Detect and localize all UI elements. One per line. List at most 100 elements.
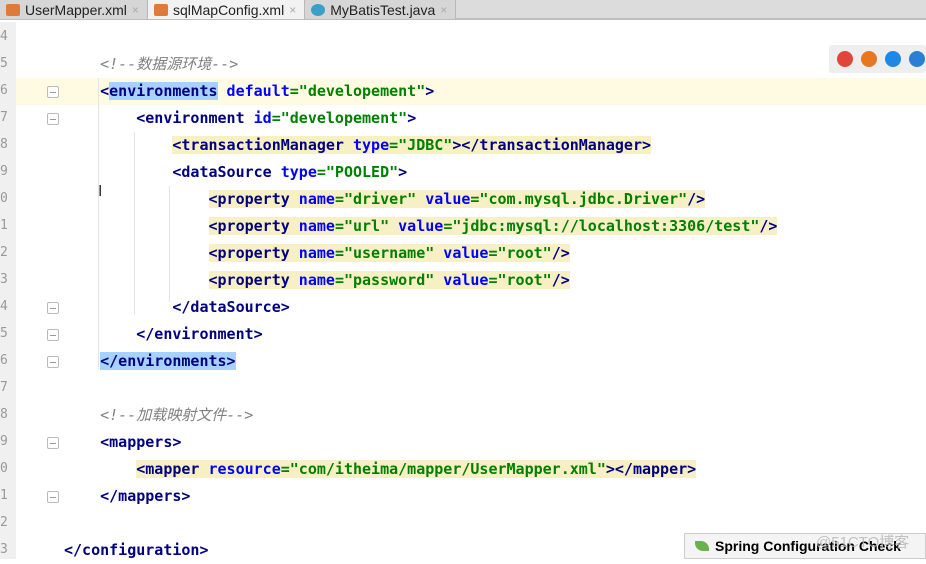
tab-label: UserMapper.xml: [25, 1, 127, 18]
fold-toggle-icon[interactable]: [47, 491, 59, 503]
code-token: <property: [208, 190, 290, 208]
code-token: <mapper: [136, 460, 200, 478]
code-token: ="JDBC": [389, 136, 453, 154]
line-number: 1: [0, 488, 8, 503]
code-token: ="root": [488, 244, 552, 262]
code-token: <environment: [136, 109, 245, 127]
line-number: 7: [0, 380, 8, 395]
xml-file-icon: [6, 3, 20, 16]
close-tab-icon[interactable]: ×: [440, 3, 447, 17]
fold-toggle-icon[interactable]: [47, 437, 59, 449]
line-number: 2: [0, 245, 8, 260]
code-line[interactable]: </environment>: [64, 321, 926, 348]
code-token: ="password": [334, 271, 435, 289]
indent-guide: [134, 132, 135, 315]
line-number: 3: [0, 272, 8, 287]
code-token: />: [551, 244, 570, 262]
code-line[interactable]: <property name="driver" value="com.mysql…: [64, 186, 926, 213]
code-line[interactable]: </dataSource>: [64, 294, 926, 321]
code-token: id: [244, 109, 272, 127]
line-number: 6: [0, 83, 8, 98]
code-line[interactable]: <property name="username" value="root"/>: [64, 240, 926, 267]
editor-tab-bar: UserMapper.xml × sqlMapConfig.xml × MyBatisT…: [0, 0, 926, 20]
code-token: >: [407, 109, 417, 127]
code-token: </mappers>: [100, 487, 191, 505]
line-number: 8: [0, 407, 8, 422]
line-number: 7: [0, 110, 8, 125]
code-token: value: [389, 217, 444, 235]
code-line[interactable]: <!--加载映射文件-->: [64, 402, 926, 429]
line-number: 0: [0, 461, 8, 476]
code-token: name: [289, 271, 335, 289]
line-number: 0: [0, 191, 8, 206]
line-number: 6: [0, 353, 8, 368]
code-line[interactable]: <mappers>: [64, 429, 926, 456]
line-number-column: [0, 22, 16, 559]
line-number: 4: [0, 29, 8, 44]
code-line[interactable]: <property name="password" value="root"/>: [64, 267, 926, 294]
line-number: 9: [0, 434, 8, 449]
code-token: <transactionManager: [172, 136, 344, 154]
code-line[interactable]: </environments>: [64, 348, 926, 375]
code-line[interactable]: <dataSource type="POOLED">: [64, 159, 926, 186]
line-number: 5: [0, 56, 8, 71]
code-line[interactable]: </configuration>: [64, 537, 926, 564]
code-token: default: [217, 82, 290, 100]
code-token: ="POOLED": [316, 163, 399, 181]
tab-sqlmapconfig-xml[interactable]: sqlMapConfig.xml ×: [147, 0, 306, 19]
tab-label: MyBatisTest.java: [330, 1, 436, 18]
fold-toggle-icon[interactable]: [47, 329, 59, 341]
tab-usermapper-xml[interactable]: UserMapper.xml ×: [0, 0, 148, 19]
code-token: type: [343, 136, 390, 154]
code-line[interactable]: <environments default="developement">: [16, 78, 926, 105]
code-line[interactable]: [64, 24, 926, 51]
code-line[interactable]: [64, 375, 926, 402]
code-line[interactable]: <mapper resource="com/itheima/mapper/Use…: [64, 456, 926, 483]
code-token: name: [289, 190, 335, 208]
fold-toggle-icon[interactable]: [47, 86, 59, 98]
line-number: 5: [0, 326, 8, 341]
fold-toggle-icon[interactable]: [47, 356, 59, 368]
code-token: >: [425, 82, 435, 100]
code-line[interactable]: <transactionManager type="JDBC"></transa…: [64, 132, 926, 159]
code-token: <property: [208, 271, 290, 289]
code-token: />: [687, 190, 706, 208]
code-token: name: [289, 244, 335, 262]
code-token: resource: [199, 460, 281, 478]
code-line[interactable]: <!--数据源环境-->: [64, 51, 926, 78]
close-tab-icon[interactable]: ×: [289, 3, 296, 17]
code-token: <property: [208, 217, 290, 235]
code-token: </dataSource>: [172, 298, 290, 316]
code-line[interactable]: <property name="url" value="jdbc:mysql:/…: [64, 213, 926, 240]
fold-toggle-icon[interactable]: [47, 302, 59, 314]
close-tab-icon[interactable]: ×: [132, 3, 139, 17]
code-line[interactable]: </mappers>: [64, 483, 926, 510]
xml-file-icon: [153, 3, 168, 16]
line-number: 4: [0, 299, 8, 314]
code-token: ="developement": [271, 109, 408, 127]
code-token: </environments>: [100, 352, 236, 370]
fold-toggle-icon[interactable]: [47, 113, 59, 125]
code-token: <dataSource: [172, 163, 272, 181]
code-line[interactable]: <environment id="developement">: [64, 105, 926, 132]
code-token: ="jdbc:mysql://localhost:3306/test": [443, 217, 760, 235]
line-number: 9: [0, 164, 8, 179]
code-token: <: [100, 82, 110, 100]
code-token: ></transactionManager>: [452, 136, 652, 154]
code-token: environments: [109, 82, 218, 100]
code-line[interactable]: [64, 510, 926, 537]
tab-mybatistest-java[interactable]: MyBatisTest.java ×: [305, 0, 457, 19]
code-token: ="com/itheima/mapper/UserMapper.xml": [280, 460, 606, 478]
